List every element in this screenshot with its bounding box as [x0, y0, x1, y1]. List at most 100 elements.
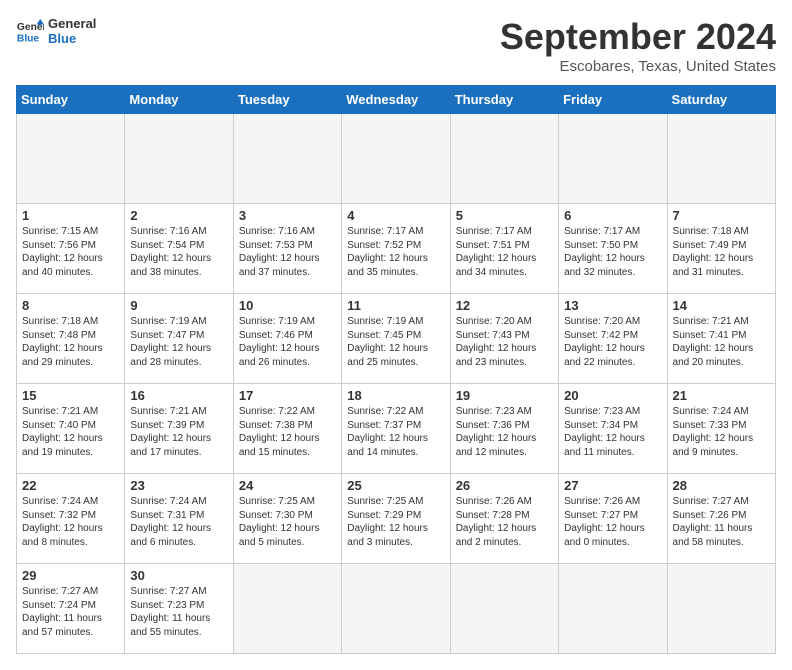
cell-text: Sunset: 7:33 PM — [673, 419, 770, 433]
cell-text: and 23 minutes. — [456, 356, 553, 370]
cell-text: Daylight: 12 hours — [673, 432, 770, 446]
calendar-week-row: 8Sunrise: 7:18 AMSunset: 7:48 PMDaylight… — [17, 294, 776, 384]
cell-text: Sunrise: 7:22 AM — [239, 405, 336, 419]
cell-text: Sunrise: 7:27 AM — [130, 585, 227, 599]
day-number: 3 — [239, 208, 336, 223]
cell-text: Sunset: 7:28 PM — [456, 509, 553, 523]
table-row — [667, 564, 775, 654]
cell-text: and 29 minutes. — [22, 356, 119, 370]
cell-text: and 38 minutes. — [130, 266, 227, 280]
day-number: 6 — [564, 208, 661, 223]
cell-text: Daylight: 12 hours — [130, 522, 227, 536]
cell-text: Sunset: 7:54 PM — [130, 239, 227, 253]
cell-text: and 28 minutes. — [130, 356, 227, 370]
cell-text: and 2 minutes. — [456, 536, 553, 550]
cell-text: and 6 minutes. — [130, 536, 227, 550]
cell-text: Sunrise: 7:18 AM — [22, 315, 119, 329]
day-number: 1 — [22, 208, 119, 223]
cell-text: Sunset: 7:30 PM — [239, 509, 336, 523]
cell-text: Daylight: 12 hours — [347, 252, 444, 266]
cell-text: Daylight: 12 hours — [239, 342, 336, 356]
cell-text: Daylight: 12 hours — [564, 342, 661, 356]
cell-text: and 37 minutes. — [239, 266, 336, 280]
day-number: 25 — [347, 478, 444, 493]
day-number: 4 — [347, 208, 444, 223]
table-row: 8Sunrise: 7:18 AMSunset: 7:48 PMDaylight… — [17, 294, 125, 384]
day-number: 26 — [456, 478, 553, 493]
table-row — [125, 114, 233, 204]
cell-text: Sunset: 7:29 PM — [347, 509, 444, 523]
cell-text: Daylight: 12 hours — [22, 342, 119, 356]
table-row: 20Sunrise: 7:23 AMSunset: 7:34 PMDayligh… — [559, 384, 667, 474]
day-number: 15 — [22, 388, 119, 403]
col-saturday: Saturday — [667, 86, 775, 114]
logo-blue: Blue — [48, 31, 96, 46]
cell-text: Daylight: 12 hours — [130, 252, 227, 266]
table-row: 28Sunrise: 7:27 AMSunset: 7:26 PMDayligh… — [667, 474, 775, 564]
day-number: 14 — [673, 298, 770, 313]
cell-text: and 55 minutes. — [130, 626, 227, 640]
cell-text: Sunset: 7:37 PM — [347, 419, 444, 433]
cell-text: and 9 minutes. — [673, 446, 770, 460]
day-number: 16 — [130, 388, 227, 403]
day-number: 28 — [673, 478, 770, 493]
cell-text: and 20 minutes. — [673, 356, 770, 370]
day-number: 24 — [239, 478, 336, 493]
col-sunday: Sunday — [17, 86, 125, 114]
cell-text: Sunrise: 7:27 AM — [22, 585, 119, 599]
logo: General Blue General Blue — [16, 16, 96, 46]
day-number: 11 — [347, 298, 444, 313]
cell-text: Sunrise: 7:15 AM — [22, 225, 119, 239]
calendar-week-row — [17, 114, 776, 204]
table-row — [667, 114, 775, 204]
day-number: 22 — [22, 478, 119, 493]
cell-text: Sunrise: 7:23 AM — [456, 405, 553, 419]
table-row: 17Sunrise: 7:22 AMSunset: 7:38 PMDayligh… — [233, 384, 341, 474]
calendar-week-row: 15Sunrise: 7:21 AMSunset: 7:40 PMDayligh… — [17, 384, 776, 474]
cell-text: Sunset: 7:49 PM — [673, 239, 770, 253]
cell-text: Sunset: 7:42 PM — [564, 329, 661, 343]
cell-text: Daylight: 12 hours — [130, 342, 227, 356]
title-block: September 2024 Escobares, Texas, United … — [500, 16, 776, 75]
table-row: 2Sunrise: 7:16 AMSunset: 7:54 PMDaylight… — [125, 204, 233, 294]
cell-text: Sunrise: 7:27 AM — [673, 495, 770, 509]
day-number: 18 — [347, 388, 444, 403]
col-thursday: Thursday — [450, 86, 558, 114]
cell-text: Sunset: 7:50 PM — [564, 239, 661, 253]
table-row — [559, 564, 667, 654]
cell-text: Sunrise: 7:16 AM — [239, 225, 336, 239]
cell-text: Daylight: 12 hours — [347, 522, 444, 536]
cell-text: Daylight: 12 hours — [22, 432, 119, 446]
logo-general: General — [48, 16, 96, 31]
cell-text: Sunset: 7:47 PM — [130, 329, 227, 343]
col-tuesday: Tuesday — [233, 86, 341, 114]
col-monday: Monday — [125, 86, 233, 114]
cell-text: Sunrise: 7:17 AM — [564, 225, 661, 239]
cell-text: and 5 minutes. — [239, 536, 336, 550]
table-row: 24Sunrise: 7:25 AMSunset: 7:30 PMDayligh… — [233, 474, 341, 564]
table-row: 19 Sunrise: 7:23 AMSunset: 7:36 PMDayligh… — [450, 384, 558, 474]
cell-text: Sunrise: 7:19 AM — [130, 315, 227, 329]
cell-text: and 11 minutes. — [564, 446, 661, 460]
cell-text: Daylight: 12 hours — [456, 432, 553, 446]
cell-text: and 34 minutes. — [456, 266, 553, 280]
table-row: 10Sunrise: 7:19 AMSunset: 7:46 PMDayligh… — [233, 294, 341, 384]
day-number: 19 — [456, 388, 553, 403]
cell-text: Sunrise: 7:23 AM — [564, 405, 661, 419]
cell-text: Sunrise: 7:21 AM — [22, 405, 119, 419]
cell-text: Sunrise: 7:25 AM — [347, 495, 444, 509]
table-row: 16Sunrise: 7:21 AMSunset: 7:39 PMDayligh… — [125, 384, 233, 474]
cell-text: and 17 minutes. — [130, 446, 227, 460]
table-row: 5Sunrise: 7:17 AMSunset: 7:51 PMDaylight… — [450, 204, 558, 294]
day-number: 12 — [456, 298, 553, 313]
cell-text: Sunset: 7:36 PM — [456, 419, 553, 433]
calendar-header-row: Sunday Monday Tuesday Wednesday Thursday… — [17, 86, 776, 114]
cell-text: Sunrise: 7:19 AM — [239, 315, 336, 329]
table-row — [450, 564, 558, 654]
cell-text: Sunrise: 7:21 AM — [673, 315, 770, 329]
cell-text: Daylight: 12 hours — [130, 432, 227, 446]
cell-text: and 14 minutes. — [347, 446, 444, 460]
cell-text: Sunrise: 7:24 AM — [130, 495, 227, 509]
cell-text: Sunrise: 7:22 AM — [347, 405, 444, 419]
day-number: 30 — [130, 568, 227, 583]
